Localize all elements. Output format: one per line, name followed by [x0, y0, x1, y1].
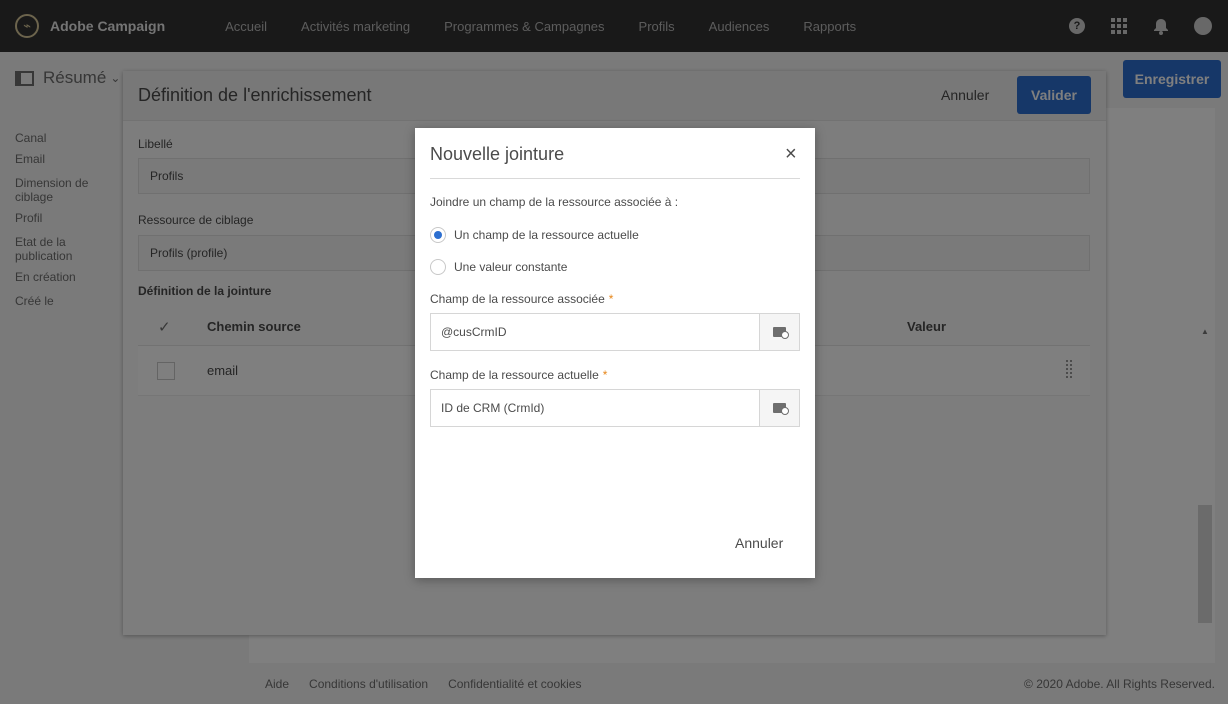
- required-mark: *: [602, 368, 608, 382]
- radio-button-selected[interactable]: [430, 227, 446, 243]
- associated-field-label: Champ de la ressource associée *: [430, 292, 613, 306]
- radio-label: Une valeur constante: [454, 260, 568, 274]
- radio-label: Un champ de la ressource actuelle: [454, 228, 639, 242]
- current-field-label: Champ de la ressource actuelle *: [430, 368, 607, 382]
- required-mark: *: [608, 292, 614, 306]
- new-join-dialog: Nouvelle jointure × Joindre un champ de …: [415, 128, 815, 578]
- current-field-label-text: Champ de la ressource actuelle: [430, 368, 599, 382]
- dialog-cancel-button[interactable]: Annuler: [735, 535, 783, 551]
- radio-option-constant-value[interactable]: Une valeur constante: [430, 259, 567, 275]
- associated-field-input[interactable]: @cusCrmID: [430, 313, 800, 351]
- folder-picker-icon: [773, 403, 789, 415]
- radio-option-current-resource-field[interactable]: Un champ de la ressource actuelle: [430, 227, 639, 243]
- close-icon[interactable]: ×: [785, 144, 797, 164]
- current-field-picker-button[interactable]: [759, 390, 799, 426]
- dialog-divider: [430, 178, 800, 179]
- join-intro-text: Joindre un champ de la ressource associé…: [430, 195, 679, 209]
- associated-field-label-text: Champ de la ressource associée: [430, 292, 605, 306]
- dialog-title: Nouvelle jointure: [430, 144, 565, 164]
- radio-button[interactable]: [430, 259, 446, 275]
- folder-picker-icon: [773, 327, 789, 339]
- associated-field-value[interactable]: @cusCrmID: [431, 314, 759, 350]
- current-field-value[interactable]: ID de CRM (CrmId): [431, 390, 759, 426]
- associated-field-picker-button[interactable]: [759, 314, 799, 350]
- current-field-input[interactable]: ID de CRM (CrmId): [430, 389, 800, 427]
